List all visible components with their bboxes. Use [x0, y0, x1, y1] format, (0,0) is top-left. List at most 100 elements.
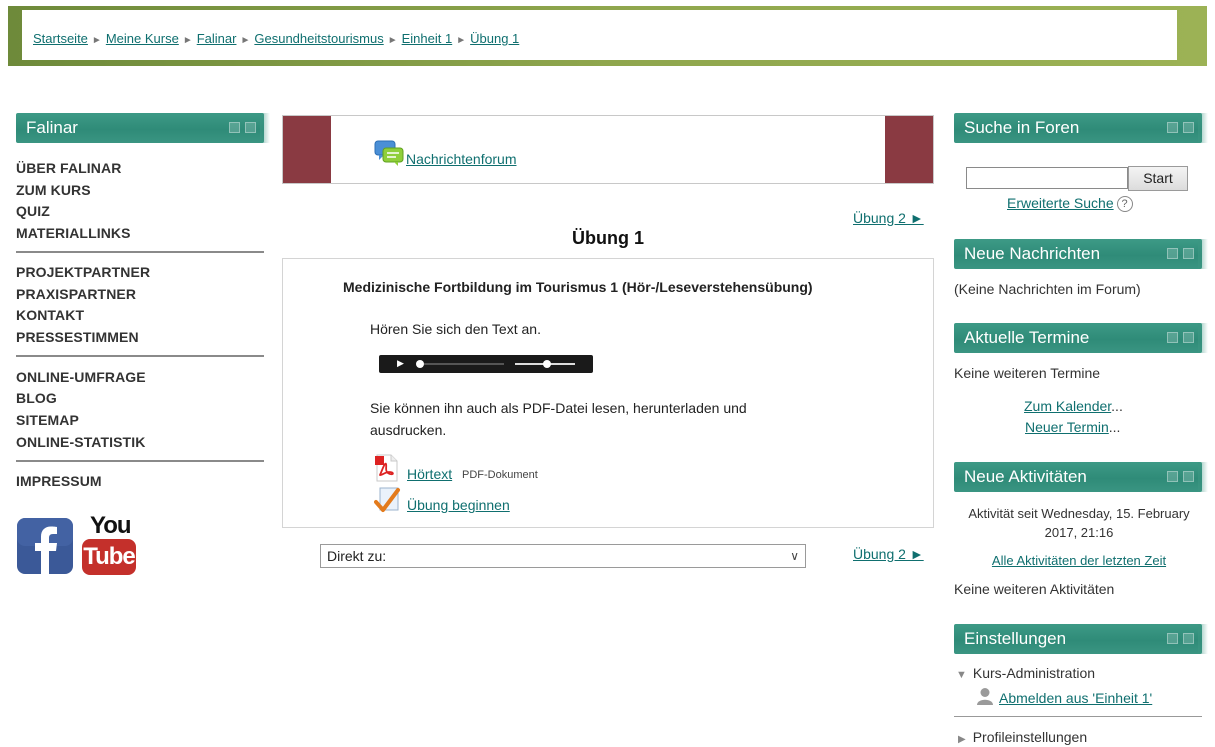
- unenrol-link[interactable]: Abmelden aus 'Einheit 1': [999, 690, 1152, 706]
- volume-handle[interactable]: [543, 360, 551, 368]
- audio-player[interactable]: ▶: [379, 355, 593, 373]
- new-event-ellipsis: ...: [1108, 419, 1121, 435]
- calendar-row: Zum Kalender...: [1024, 398, 1123, 414]
- start-exercise-link[interactable]: Übung beginnen: [407, 497, 510, 513]
- forum-box-right-accent: [885, 116, 933, 183]
- nav-sitemap[interactable]: SITEMAP: [16, 412, 79, 428]
- dock-icon[interactable]: [1183, 471, 1194, 482]
- collapse-icon[interactable]: [1167, 248, 1178, 259]
- activity-block-header: Neue Aktivitäten: [954, 462, 1208, 492]
- settings-block-header: Einstellungen: [954, 624, 1208, 654]
- seek-track[interactable]: [424, 363, 504, 365]
- breadcrumb-einheit-1[interactable]: Einheit 1: [402, 31, 453, 46]
- nav-materiallinks[interactable]: MATERIALLINKS: [16, 225, 131, 241]
- dock-icon[interactable]: [245, 122, 256, 133]
- file-type-label: PDF-Dokument: [462, 469, 538, 481]
- collapse-icon[interactable]: [229, 122, 240, 133]
- nav-pressestimmen[interactable]: PRESSESTIMMEN: [16, 329, 139, 345]
- advanced-search-link[interactable]: Erweiterte Suche: [1007, 195, 1114, 211]
- seek-handle[interactable]: [416, 360, 424, 368]
- falinar-block-header: Falinar: [16, 113, 270, 143]
- collapsed-triangle-icon: ▶: [958, 734, 966, 745]
- chevron-down-icon: ∨: [790, 549, 799, 563]
- calendar-ellipsis: ...: [1111, 398, 1123, 414]
- collapse-icon[interactable]: [1167, 122, 1178, 133]
- settings-divider: [954, 716, 1202, 717]
- user-icon: [977, 688, 993, 705]
- facebook-icon[interactable]: [16, 517, 74, 575]
- collapse-icon[interactable]: [1167, 633, 1178, 644]
- new-event-link[interactable]: Neuer Termin: [1025, 419, 1109, 435]
- search-block-title: Suche in Foren: [964, 118, 1080, 137]
- search-block-header: Suche in Foren: [954, 113, 1208, 143]
- activity-block-title: Neue Aktivitäten: [964, 467, 1087, 486]
- nav-kontakt[interactable]: KONTAKT: [16, 307, 84, 323]
- course-admin-row[interactable]: ▼ Kurs-Administration: [956, 665, 1095, 681]
- collapse-icon[interactable]: [1167, 471, 1178, 482]
- search-start-button[interactable]: Start: [1128, 166, 1188, 191]
- forum-icon: [374, 140, 404, 166]
- dock-icon[interactable]: [1183, 248, 1194, 259]
- intro-text: Hören Sie sich den Text an.: [370, 321, 541, 337]
- all-activities-row: Alle Aktivitäten der letzten Zeit: [954, 553, 1204, 568]
- pdf-info-line-1: Sie können ihn auch als PDF-Datei lesen,…: [370, 400, 747, 416]
- help-icon[interactable]: ?: [1116, 196, 1133, 213]
- breadcrumb-falinar[interactable]: Falinar: [197, 31, 237, 46]
- quiz-checkmark-icon: [374, 487, 400, 512]
- nav-projektpartner[interactable]: PROJEKTPARTNER: [16, 264, 150, 280]
- breadcrumb-uebung-1[interactable]: Übung 1: [470, 31, 519, 46]
- dock-icon[interactable]: [1183, 122, 1194, 133]
- play-icon[interactable]: ▶: [397, 358, 404, 369]
- forum-box-left-accent: [283, 116, 331, 183]
- breadcrumb-separator-icon: ►: [456, 35, 467, 46]
- course-admin-label: Kurs-Administration: [972, 665, 1096, 681]
- breadcrumb-separator-icon: ►: [240, 35, 251, 46]
- nav-divider: [16, 251, 264, 253]
- news-empty-text: (Keine Nachrichten im Forum): [954, 281, 1141, 297]
- advanced-search-row: Erweiterte Suche?: [1007, 195, 1133, 213]
- dock-icon[interactable]: [1183, 332, 1194, 343]
- youtube-icon[interactable]: You Tube: [82, 513, 136, 577]
- nav-impressum[interactable]: IMPRESSUM: [16, 473, 102, 489]
- nav-zum-kurs[interactable]: ZUM KURS: [16, 182, 91, 198]
- pdf-icon: [375, 454, 398, 482]
- nav-online-statistik[interactable]: ONLINE-STATISTIK: [16, 434, 145, 450]
- calendar-link[interactable]: Zum Kalender: [1024, 398, 1111, 414]
- all-activities-link[interactable]: Alle Aktivitäten der letzten Zeit: [992, 553, 1166, 568]
- section-heading: Medizinische Fortbildung im Tourismus 1 …: [343, 279, 813, 295]
- dock-icon[interactable]: [1183, 633, 1194, 644]
- events-block-header: Aktuelle Termine: [954, 323, 1208, 353]
- collapse-icon[interactable]: [1167, 332, 1178, 343]
- nav-divider: [16, 355, 264, 357]
- profile-settings-label: Profileinstellungen: [972, 729, 1088, 745]
- jump-to-label: Direkt zu:: [327, 548, 387, 564]
- breadcrumb-gesundheitstourismus[interactable]: Gesundheitstourismus: [254, 31, 383, 46]
- nav-quiz[interactable]: QUIZ: [16, 203, 50, 219]
- events-block-title: Aktuelle Termine: [964, 328, 1090, 347]
- pdf-info-text: Sie können ihn auch als PDF-Datei lesen,…: [370, 397, 747, 441]
- settings-block-title: Einstellungen: [964, 629, 1067, 648]
- next-exercise-link-bottom[interactable]: Übung 2 ►: [853, 546, 924, 562]
- page-title: Übung 1: [572, 228, 644, 248]
- breadcrumb: Startseite ► Meine Kurse ► Falinar ► Gesundhei…: [33, 31, 519, 46]
- profile-settings-row[interactable]: ▶ Profileinstellungen: [958, 729, 1087, 745]
- falinar-block-title: Falinar: [26, 118, 78, 137]
- nav-online-umfrage[interactable]: ONLINE-UMFRAGE: [16, 369, 146, 385]
- breadcrumb-separator-icon: ►: [387, 35, 398, 46]
- events-empty-text: Keine weiteren Termine: [954, 365, 1101, 381]
- forum-link[interactable]: Nachrichtenforum: [406, 151, 517, 167]
- hoertext-link[interactable]: Hörtext: [407, 466, 452, 482]
- nav-praxispartner[interactable]: PRAXISPARTNER: [16, 286, 136, 302]
- next-exercise-link-top[interactable]: Übung 2 ►: [853, 210, 924, 226]
- forum-search-input[interactable]: [966, 167, 1128, 189]
- youtube-bottom-text: Tube: [82, 539, 136, 575]
- activity-since-line-1: Aktivität seit Wednesday, 15. February: [968, 506, 1190, 521]
- nav-ueber-falinar[interactable]: ÜBER FALINAR: [16, 160, 121, 176]
- breadcrumb-startseite[interactable]: Startseite: [33, 31, 88, 46]
- nav-divider: [16, 460, 264, 462]
- breadcrumb-meine-kurse[interactable]: Meine Kurse: [106, 31, 179, 46]
- nav-blog[interactable]: BLOG: [16, 390, 57, 406]
- expanded-triangle-icon: ▼: [956, 669, 967, 681]
- breadcrumb-separator-icon: ►: [91, 35, 102, 46]
- jump-to-select[interactable]: Direkt zu: ∨: [320, 544, 806, 568]
